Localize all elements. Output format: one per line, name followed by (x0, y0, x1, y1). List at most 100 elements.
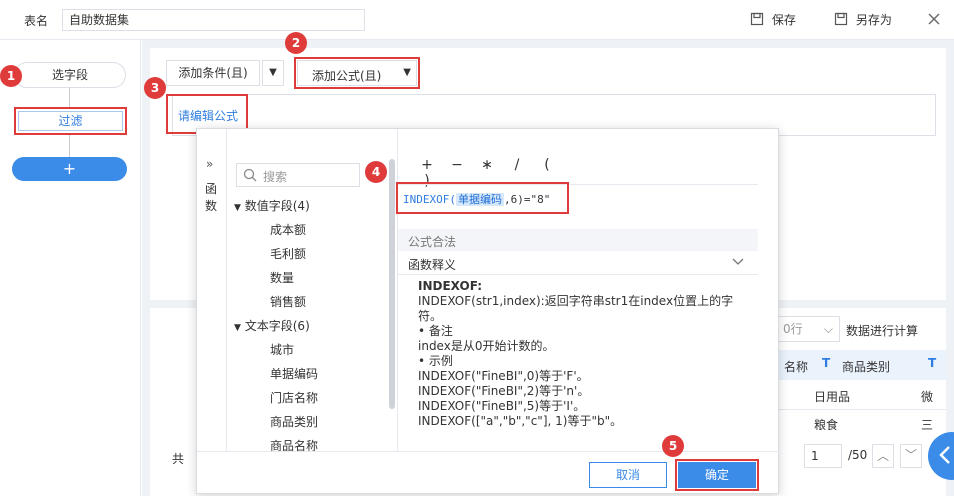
formula-highlight: INDEXOF(单据编码 ,6)="8" (396, 182, 569, 214)
edit-formula-link[interactable]: 请编辑公式 (178, 107, 238, 124)
left-steps-panel: 选字段 过滤 + (0, 40, 141, 496)
chevron-left-icon (938, 445, 952, 468)
desc-line: index是从0开始计数的。 (418, 339, 555, 353)
search-input[interactable]: 搜索 (236, 163, 360, 187)
table-cell: 微 (921, 390, 934, 404)
add-condition-button[interactable]: 添加条件(且) (166, 60, 260, 86)
cancel-button[interactable]: 取消 (589, 462, 667, 488)
tree-scrollbar[interactable] (389, 159, 395, 409)
func-desc-title: 函数释义 (408, 258, 457, 272)
desc-line: 符。 (418, 309, 443, 323)
chevron-down-icon: ﹀ (904, 448, 917, 462)
next-page-button[interactable]: ﹀ (900, 444, 922, 468)
add-condition-dropdown[interactable]: ▼ (262, 60, 284, 86)
prev-page-button[interactable]: ︿ (872, 444, 894, 468)
save-button[interactable]: 保存 (750, 11, 796, 29)
formula-function: INDEXOF( (403, 193, 456, 206)
dialog-footer: 取消 确定 (197, 451, 780, 495)
column-header: 名称 (784, 360, 809, 374)
field-item[interactable]: 门店名称 (270, 389, 318, 406)
field-item[interactable]: 成本额 (270, 221, 306, 238)
caret-down-icon: ▼ (234, 323, 241, 333)
compute-text: 数据进行计算 (846, 324, 919, 338)
confirm-highlight: 确定 (675, 459, 759, 491)
left-paren-operator[interactable]: ( (532, 157, 562, 173)
save-as-label: 另存为 (855, 13, 892, 27)
step-connector (69, 135, 70, 157)
callout-badge: 3 (144, 77, 166, 99)
search-icon (243, 168, 257, 185)
function-tab-label: 函数 (205, 182, 218, 213)
close-icon (927, 13, 941, 29)
chevron-down-icon (732, 255, 744, 270)
function-side-tab[interactable]: » 函数 (197, 129, 227, 451)
chevron-up-icon: ︿ (876, 449, 889, 463)
minus-operator[interactable]: − (442, 157, 472, 173)
desc-line: • 备注 (418, 324, 453, 338)
table-row: 粮食 三 (776, 410, 946, 430)
column-header: 商品类别 (842, 360, 891, 374)
row-count-value: 0行 (783, 322, 803, 336)
save-label: 保存 (771, 13, 796, 27)
desc-line: INDEXOF("FineBI",0)等于'F'。 (418, 369, 589, 383)
row-count-select[interactable]: 0行 ⌵ (776, 316, 840, 342)
divide-operator[interactable]: / (502, 157, 532, 173)
save-as-button[interactable]: 另存为 (834, 11, 892, 29)
numeric-group[interactable]: ▼ 数值字段(4) (234, 197, 310, 214)
field-item[interactable]: 数量 (270, 269, 294, 286)
table-cell: 日用品 (814, 390, 851, 404)
callout-badge: 2 (285, 32, 307, 54)
caret-down-icon: ▼ (403, 67, 411, 78)
close-button[interactable] (927, 12, 941, 29)
save-icon (750, 12, 764, 29)
table-header: 名称 T 商品类别 T (776, 350, 946, 380)
text-type-icon: T (822, 356, 831, 370)
formula-valid-text: 公式合法 (408, 235, 457, 249)
multiply-operator[interactable]: ∗ (472, 157, 502, 173)
text-group[interactable]: ▼ 文本字段(6) (234, 317, 310, 334)
table-cell: 粮食 (814, 418, 839, 430)
select-fields-step[interactable]: 选字段 (14, 62, 126, 88)
field-item[interactable]: 毛利额 (270, 245, 306, 262)
footer-text: 共 (172, 452, 185, 466)
formula-suffix: ,6)="8" (503, 193, 551, 206)
table-row: 日用品 微 (776, 380, 946, 410)
top-bar: 表名 自助数据集 保存 另存为 (0, 0, 954, 40)
field-item[interactable]: 销售额 (270, 293, 306, 310)
table-name-label: 表名 (24, 14, 49, 28)
chevron-down-icon: ⌵ (823, 322, 833, 336)
confirm-button[interactable]: 确定 (678, 462, 756, 488)
field-item[interactable]: 商品类别 (270, 413, 318, 430)
caret-down-icon: ▼ (234, 203, 241, 213)
step-connector (69, 88, 70, 108)
search-placeholder: 搜索 (263, 170, 288, 184)
add-formula-label: 添加公式(且) (312, 69, 382, 83)
save-as-icon (834, 12, 848, 29)
formula-field-token[interactable]: 单据编码 (455, 193, 504, 206)
add-formula-highlight: 添加公式(且) ▼ (294, 57, 420, 89)
field-item[interactable]: 单据编码 (270, 365, 318, 382)
desc-line: • 示例 (418, 354, 453, 368)
formula-editor-dialog: » 函数 搜索 ▼ 数值字段(4) 成本额 毛利额 数量 销售额 ▼ 文本字段(… (196, 128, 780, 495)
formula-text: INDEXOF(单据编码 ,6)="8" (403, 191, 550, 207)
table-name-input[interactable]: 自助数据集 (62, 9, 365, 31)
page-total: /50 (848, 448, 868, 462)
validation-bar: 公式合法 (398, 229, 758, 251)
desc-line: INDEXOF("FineBI",2)等于'n'。 (418, 384, 590, 398)
desc-line: INDEXOF("FineBI",5)等于'I'。 (418, 399, 586, 413)
add-step-button[interactable]: + (12, 157, 127, 181)
func-desc-header[interactable]: 函数释义 (398, 251, 758, 275)
caret-down-icon: ▼ (269, 67, 277, 78)
page-input[interactable]: 1 (804, 444, 842, 468)
operator-bar: + − ∗ /() (412, 157, 572, 189)
text-type-icon: T (928, 356, 937, 370)
function-name: INDEXOF: (418, 279, 483, 293)
desc-line: INDEXOF(["a","b","c"], 1)等于"b"。 (418, 414, 623, 428)
plus-operator[interactable]: + (412, 157, 442, 173)
field-item[interactable]: 城市 (270, 341, 294, 358)
filter-step[interactable]: 过滤 (18, 111, 123, 131)
filter-step-highlight: 过滤 (14, 107, 127, 135)
desc-line: INDEXOF(str1,index):返回字符串str1在index位置上的字 (418, 294, 734, 308)
function-description: INDEXOF: INDEXOF(str1,index):返回字符串str1在i… (418, 279, 758, 429)
add-formula-button[interactable]: 添加公式(且) ▼ (297, 60, 417, 86)
